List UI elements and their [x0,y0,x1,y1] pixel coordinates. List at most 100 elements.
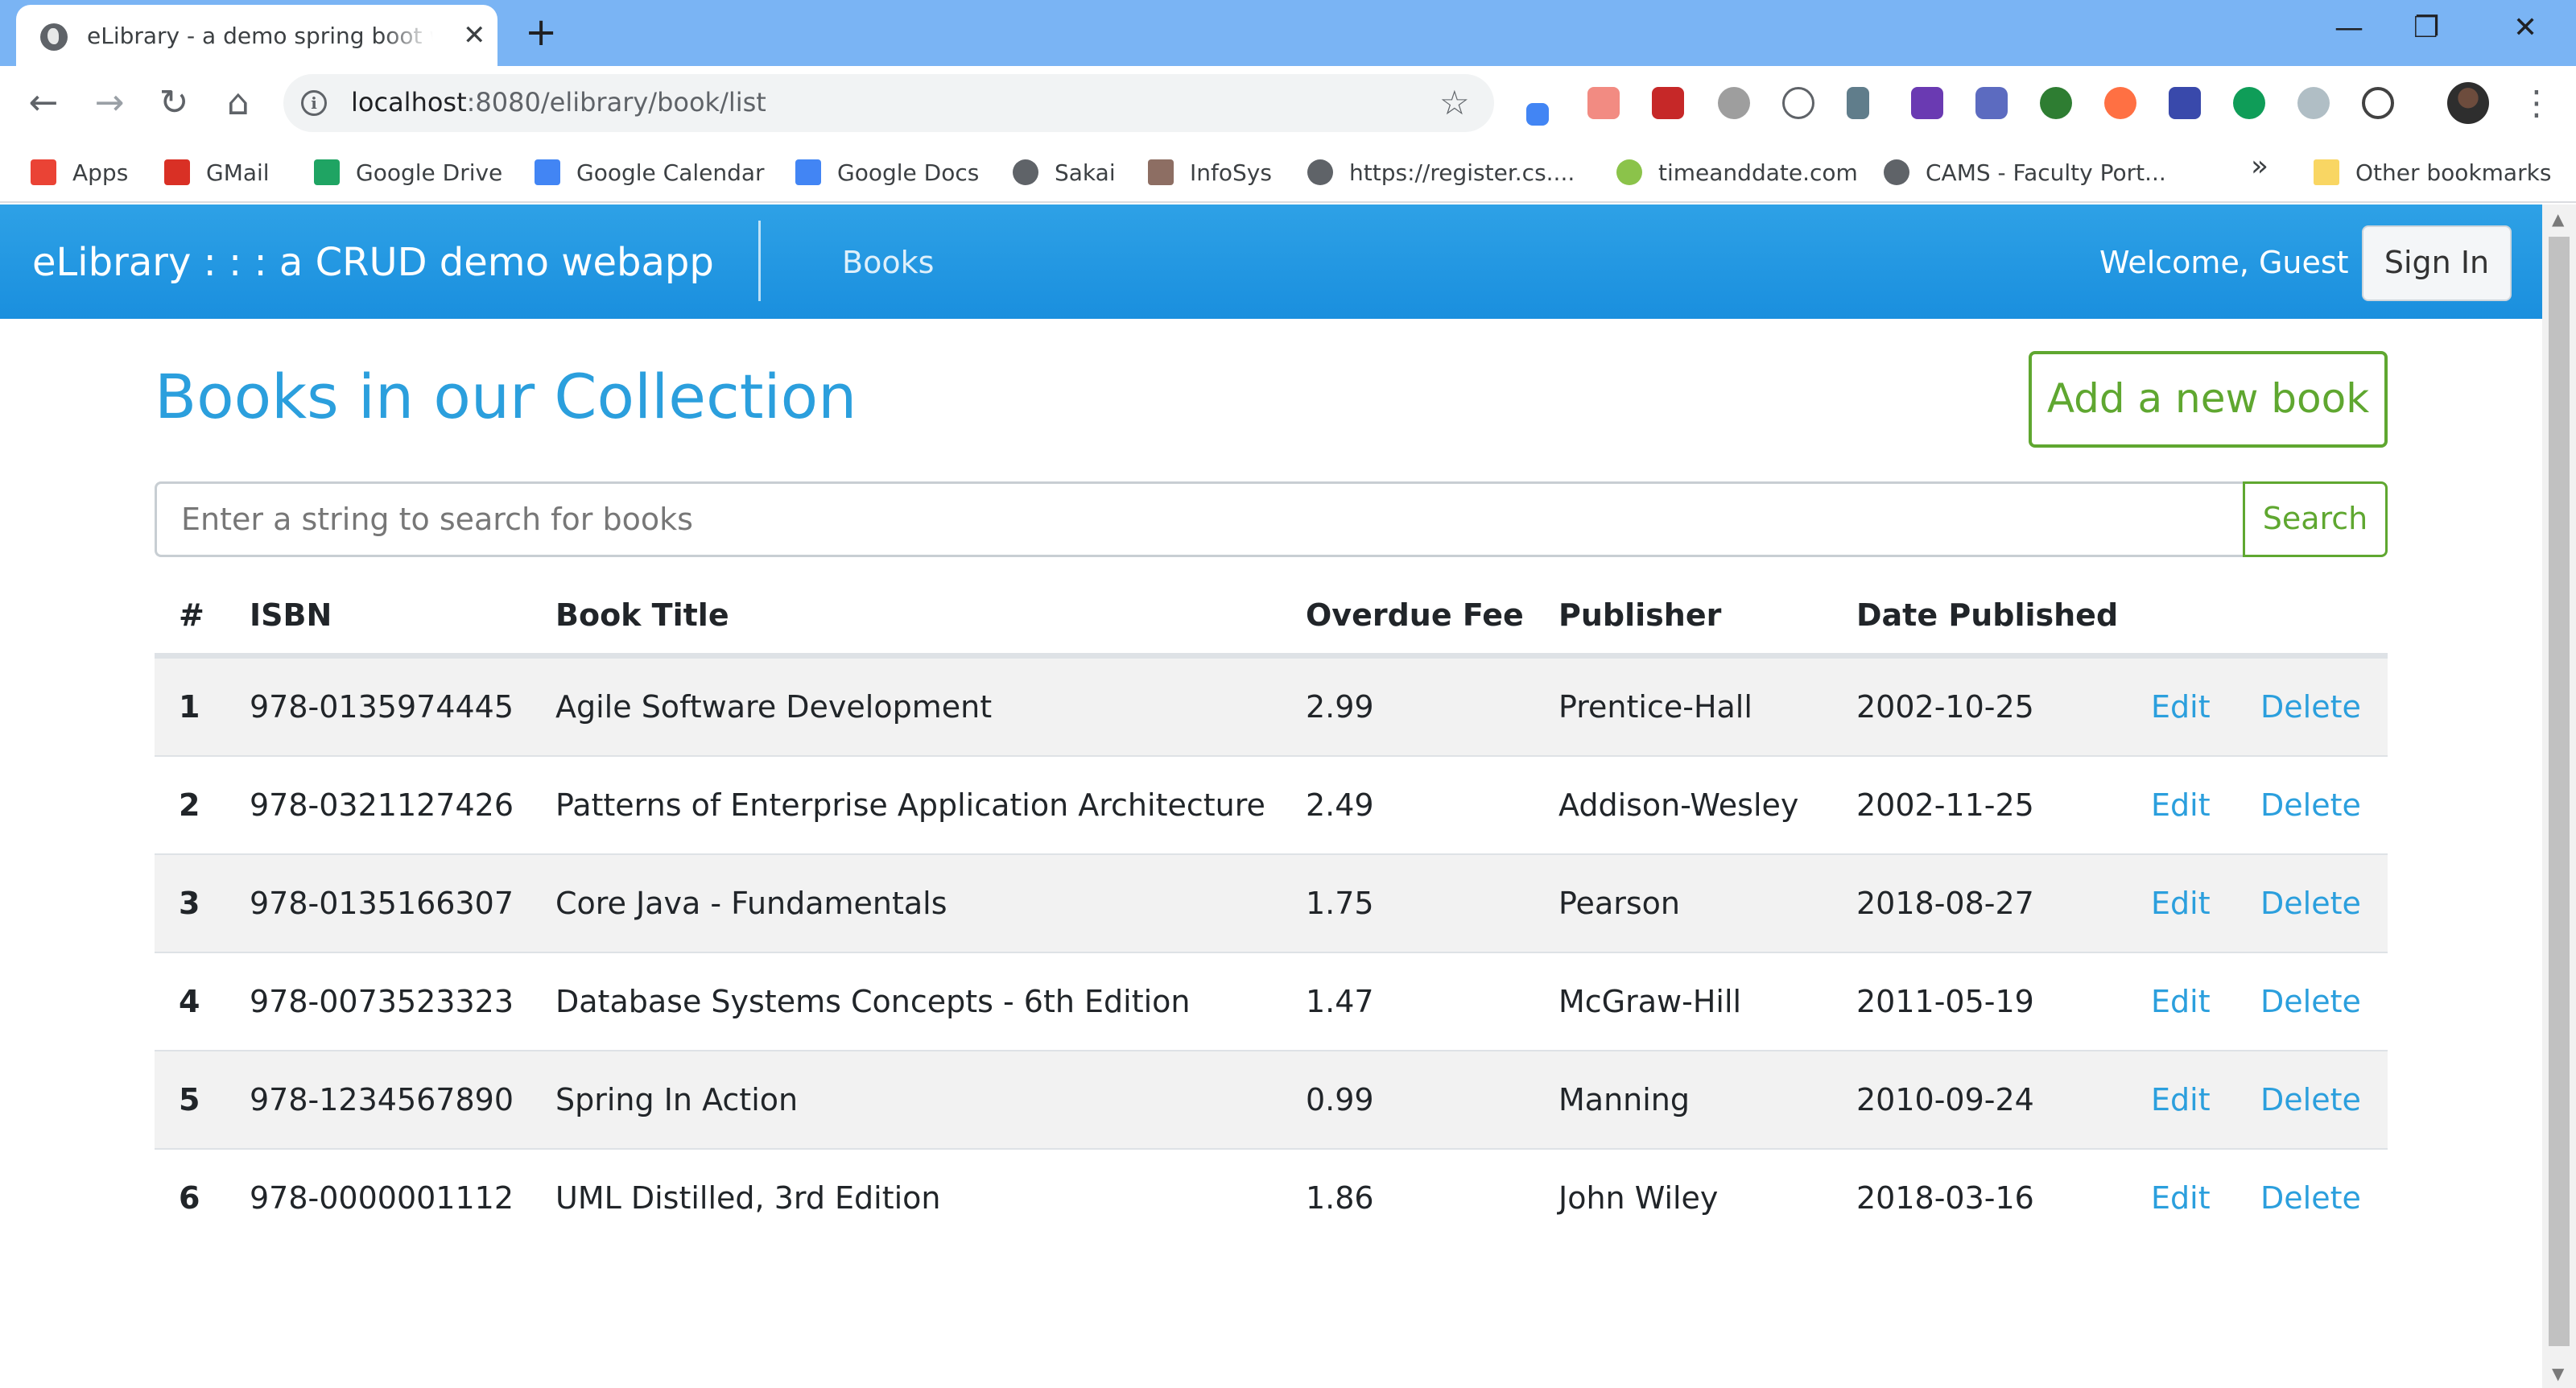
row-date-published: 2011-05-19 [1856,984,2034,1019]
new-tab-button[interactable]: + [525,11,557,53]
bookmark-register[interactable]: https://register.cs.... [1307,155,1575,190]
site-info-icon[interactable]: i [301,90,327,116]
row-overdue-fee: 1.86 [1306,1180,1374,1216]
edit-link[interactable]: Edit [2151,886,2211,921]
eyedropper-extension-icon[interactable] [1526,103,1549,126]
gear-extension-icon[interactable] [1718,87,1750,119]
edit-link[interactable]: Edit [2151,1082,2211,1117]
page-scrollbar[interactable]: ▲ ▼ [2542,204,2576,1388]
home-button[interactable]: ⌂ [217,82,259,124]
bookmark-sakai[interactable]: Sakai [1013,155,1116,190]
url-text[interactable]: localhost:8080/elibrary/book/list [351,87,766,118]
sync-extension-icon[interactable] [2362,87,2394,119]
window-close-button[interactable]: ✕ [2513,8,2537,48]
row-title: Core Java - Fundamentals [555,886,947,921]
row-publisher: Prentice-Hall [1558,689,1752,725]
bookmark-gmail[interactable]: GMail [164,155,270,190]
green-dot-extension-icon[interactable] [2233,87,2265,119]
gmail-icon [164,159,190,185]
bookmark-apps[interactable]: Apps [31,155,128,190]
browser-toolbar: ← → ↻ ⌂ i localhost:8080/elibrary/book/l… [0,66,2576,142]
row-title: Spring In Action [555,1082,799,1117]
green-search-extension-icon[interactable] [2040,87,2072,119]
cast-extension-icon[interactable] [1587,87,1620,119]
row-date-published: 2018-08-27 [1856,886,2034,921]
browser-tab-strip: eLibrary - a demo spring boot webapp ✕ +… [0,0,2576,68]
profile-avatar[interactable] [2447,82,2489,124]
delete-link[interactable]: Delete [2260,886,2361,921]
bookmark-timeanddate[interactable]: timeanddate.com [1616,155,1858,190]
bookmark-google-drive[interactable]: Google Drive [314,155,502,190]
browser-tab-active[interactable]: eLibrary - a demo spring boot webapp ✕ [16,5,497,68]
google-docs-icon [795,159,821,185]
bookmark-infosys[interactable]: InfoSys [1148,155,1272,190]
nav-link-books[interactable]: Books [842,245,934,280]
window-restore-button[interactable]: ❐ [2413,8,2439,48]
edit-link[interactable]: Edit [2151,689,2211,725]
globe-icon [1884,159,1909,185]
bookmark-star-icon[interactable]: ☆ [1439,82,1470,124]
table-row: 5 978-1234567890 Spring In Action 0.99 M… [155,1050,2388,1148]
r-extension-icon[interactable] [1975,87,2008,119]
row-number: 3 [179,886,200,921]
timeanddate-icon [1616,159,1642,185]
column-header-date-published: Date Published [1856,597,2119,633]
page-title: Books in our Collection [155,361,857,432]
globe-icon [1013,159,1038,185]
scroll-down-arrow-icon[interactable]: ▼ [2552,1364,2564,1383]
scrollbar-thumb[interactable] [2549,237,2570,1346]
bookmark-cams[interactable]: CAMS - Faculty Port... [1884,155,2166,190]
globe-icon [40,23,68,51]
other-bookmarks[interactable]: Other bookmarks [2314,155,2551,190]
sign-in-button[interactable]: Sign In [2362,225,2512,301]
row-publisher: Addison-Wesley [1558,787,1799,823]
bookmark-google-docs[interactable]: Google Docs [795,155,979,190]
snowflake-extension-icon[interactable] [2297,87,2330,119]
edit-link[interactable]: Edit [2151,984,2211,1019]
row-overdue-fee: 2.49 [1306,787,1374,823]
browser-menu-icon[interactable]: ⋮ [2520,81,2553,126]
edit-link[interactable]: Edit [2151,787,2211,823]
row-title: Agile Software Development [555,689,993,725]
google-calendar-icon [535,159,560,185]
app-brand[interactable]: eLibrary : : : a CRUD demo webapp [32,240,714,285]
search-button[interactable]: Search [2243,481,2388,557]
delete-link[interactable]: Delete [2260,689,2361,725]
reload-button[interactable]: ↻ [153,82,195,124]
blue-book-extension-icon[interactable] [2169,87,2201,119]
row-isbn: 978-1234567890 [250,1082,514,1117]
window-minimize-button[interactable]: — [2334,8,2363,48]
edit-link[interactable]: Edit [2151,1180,2211,1216]
row-date-published: 2002-10-25 [1856,689,2034,725]
navbar-divider [758,221,761,301]
colorzilla-extension-icon[interactable] [2104,87,2136,119]
row-publisher: Manning [1558,1082,1690,1117]
delete-link[interactable]: Delete [2260,1082,2361,1117]
address-bar[interactable]: i localhost:8080/elibrary/book/list ☆ [283,74,1494,132]
row-overdue-fee: 2.99 [1306,689,1374,725]
picker-extension-icon[interactable] [1847,87,1869,119]
row-isbn: 978-0000001112 [250,1180,514,1216]
column-header-isbn: ISBN [250,597,332,633]
back-button[interactable]: ← [23,82,64,124]
row-date-published: 2002-11-25 [1856,787,2034,823]
add-new-book-button[interactable]: Add a new book [2029,351,2388,448]
row-publisher: John Wiley [1558,1180,1719,1216]
red-extension-icon[interactable] [1652,87,1684,119]
column-header-overdue-fee: Overdue Fee [1306,597,1524,633]
delete-link[interactable]: Delete [2260,787,2361,823]
delete-link[interactable]: Delete [2260,984,2361,1019]
tab-title: eLibrary - a demo spring boot webapp [87,23,433,49]
tab-close-icon[interactable]: ✕ [463,19,486,52]
row-overdue-fee: 1.47 [1306,984,1374,1019]
forward-button[interactable]: → [89,82,130,124]
search-input[interactable] [155,481,2244,557]
bookmarks-overflow-icon[interactable]: » [2251,150,2268,183]
delete-link[interactable]: Delete [2260,1180,2361,1216]
json-extension-icon[interactable] [1782,87,1814,119]
s-extension-icon[interactable] [1911,87,1943,119]
row-title: Patterns of Enterprise Application Archi… [555,787,1265,823]
apps-grid-icon [31,159,56,185]
scroll-up-arrow-icon[interactable]: ▲ [2552,209,2564,229]
bookmark-google-calendar[interactable]: Google Calendar [535,155,765,190]
